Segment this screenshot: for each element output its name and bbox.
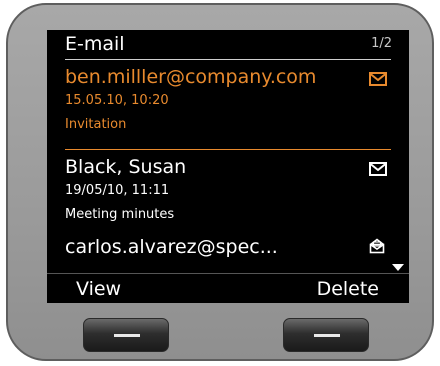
message-date: 15.05.10, 10:20: [65, 93, 169, 108]
envelope-icon: [369, 162, 387, 176]
opened-envelope-icon: [369, 238, 385, 254]
message-item-selected[interactable]: ben.milller@company.com 15.05.10, 10:20 …: [65, 66, 395, 133]
message-sender: Black, Susan: [65, 156, 187, 178]
phone-casing: E-mail 1/2 ben.milller@company.com 15.05…: [6, 3, 434, 361]
page-title: E-mail: [65, 33, 125, 55]
message-sender: ben.milller@company.com: [65, 66, 317, 88]
message-date: 19/05/10, 11:11: [65, 183, 170, 198]
right-display-key-button[interactable]: [283, 318, 369, 352]
display-screen: E-mail 1/2 ben.milller@company.com 15.05…: [47, 30, 409, 303]
page-indicator: 1/2: [371, 36, 392, 51]
message-item[interactable]: carlos.alvarez@spec...: [65, 236, 395, 258]
message-item[interactable]: Black, Susan 19/05/10, 11:11 Meeting min…: [65, 156, 395, 223]
message-subject: Invitation: [65, 117, 127, 132]
envelope-icon: [369, 72, 387, 86]
left-display-key-button[interactable]: [83, 318, 169, 352]
dash-icon: [114, 334, 140, 337]
screen-header: E-mail 1/2: [47, 30, 409, 60]
message-subject: Meeting minutes: [65, 207, 175, 222]
selection-divider: [65, 149, 391, 150]
message-sender: carlos.alvarez@spec...: [65, 236, 278, 258]
delete-softkey-label[interactable]: Delete: [317, 278, 379, 300]
header-divider: [65, 59, 391, 60]
view-softkey-label[interactable]: View: [76, 278, 121, 300]
dash-icon: [314, 334, 340, 337]
scroll-down-arrow-icon: [392, 264, 404, 271]
softkey-bar: View Delete: [47, 274, 409, 303]
